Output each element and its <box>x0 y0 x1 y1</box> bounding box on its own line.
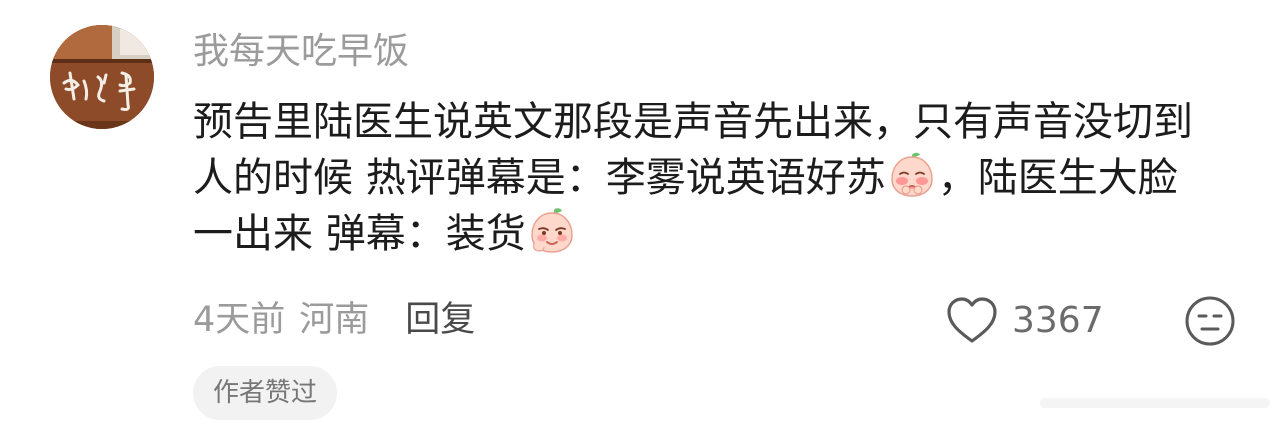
comment-item: 我每天吃早饭 预告里陆医生说英文那段是声音先出来，只有声音没切到 人的时候 热评… <box>0 0 1284 436</box>
comment-line: 预告里陆医生说英文那段是声音先出来，只有声音没切到 <box>193 99 1193 145</box>
comment-line: 人的时候 热评弹幕是：李雾说英语好苏 ，陆医生大脸 <box>193 150 1253 206</box>
comment-region: 河南 <box>299 300 370 340</box>
heart-icon <box>947 297 997 343</box>
comment-line: 一出来 弹幕：装货 <box>193 206 1253 262</box>
calligraphy-avatar-image <box>50 25 154 129</box>
avatar[interactable] <box>50 25 154 129</box>
author-liked-badge: 作者赞过 <box>193 366 338 420</box>
comment-meta: 4天前 河南 回复 <box>193 296 475 344</box>
watermark-image <box>1040 398 1270 408</box>
dislike-face-icon[interactable] <box>1183 294 1237 348</box>
blush-emoji-icon <box>890 152 933 197</box>
comment-text-segment: ，陆医生大脸 <box>937 155 1178 201</box>
comment-time: 4天前 <box>193 300 286 340</box>
comment-text: 预告里陆医生说英文那段是声音先出来，只有声音没切到 人的时候 热评弹幕是：李雾说… <box>193 94 1253 262</box>
like-count: 3367 <box>1012 299 1104 341</box>
smirk-emoji-icon <box>530 208 573 253</box>
username[interactable]: 我每天吃早饭 <box>193 27 409 77</box>
comment-text-segment: 人的时候 热评弹幕是：李雾说英语好苏 <box>193 155 886 201</box>
comment-text-segment: 一出来 弹幕：装货 <box>193 211 526 257</box>
like-button[interactable]: 3367 <box>944 294 1104 346</box>
reply-button[interactable]: 回复 <box>405 300 475 340</box>
